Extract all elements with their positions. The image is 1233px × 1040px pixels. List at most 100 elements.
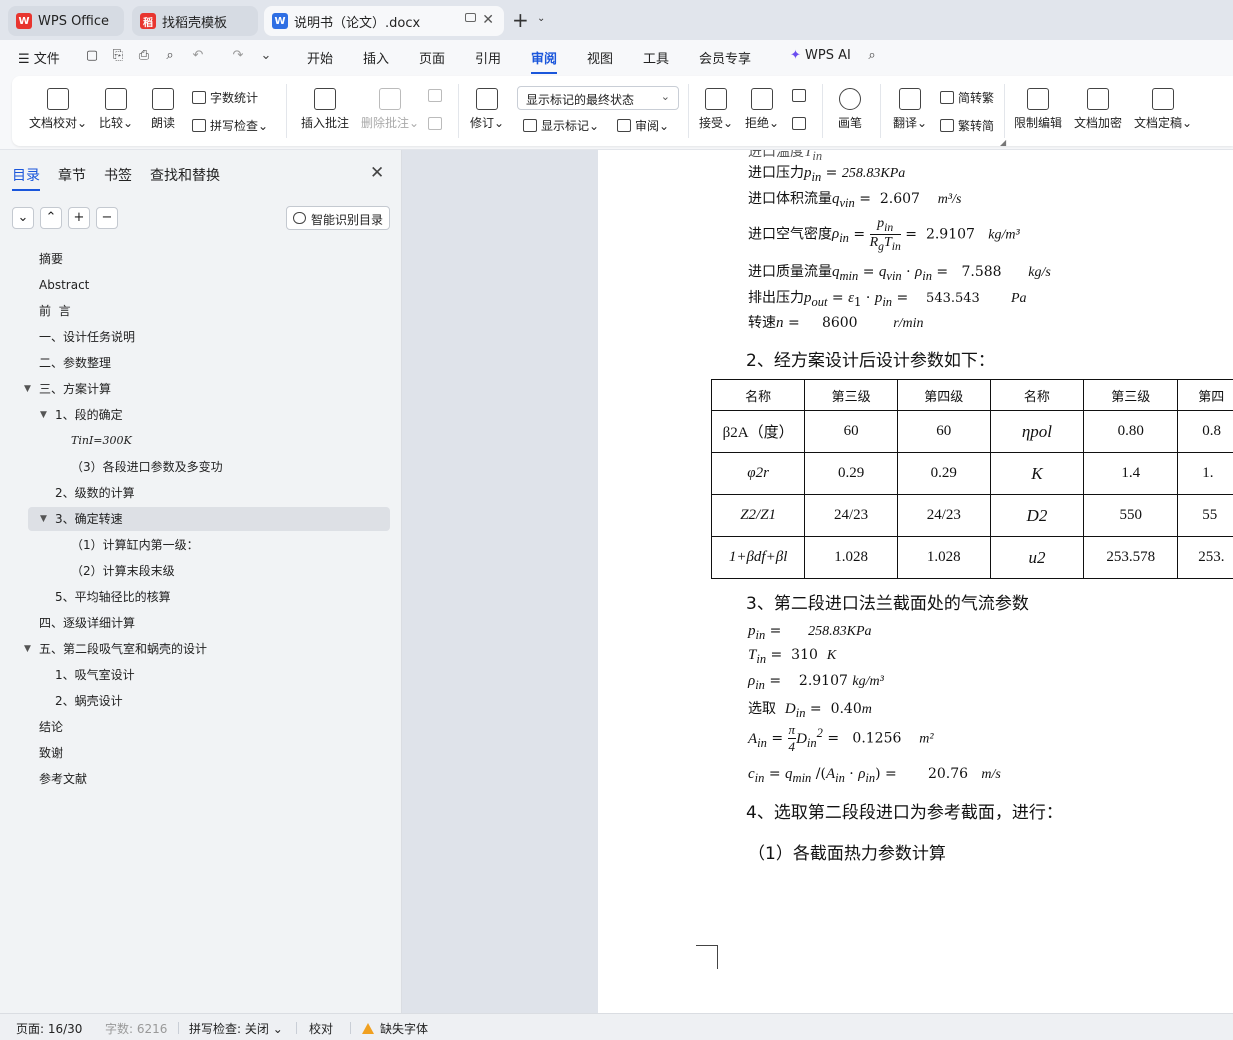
next-comment-icon[interactable] — [428, 117, 446, 130]
next-change-icon[interactable] — [792, 117, 810, 130]
prev-comment-icon[interactable] — [428, 89, 446, 102]
chevron-down-icon: ⌄ — [768, 116, 780, 130]
show-markup-button[interactable]: 显示标记 ⌄ — [523, 117, 599, 134]
doc-unit: r/min — [893, 316, 924, 331]
insert-comment-button[interactable]: 插入批注 — [298, 88, 352, 131]
compare-button[interactable]: 比较⌄ — [96, 88, 136, 131]
dialog-launcher-icon[interactable]: ◢ — [1000, 138, 1006, 147]
collapse-up-button[interactable]: ⌃ — [40, 207, 62, 229]
undo-icon[interactable]: ↶ — [190, 48, 206, 64]
close-pane-icon[interactable]: ✕ — [370, 163, 384, 183]
menu-tools[interactable]: 工具 — [643, 48, 669, 67]
doc-label: 排出压力 — [748, 290, 804, 306]
nav-tab-chapters[interactable]: 章节 — [58, 165, 86, 185]
save-icon[interactable]: ▢ — [84, 48, 100, 64]
export-icon[interactable]: ⎘ — [110, 48, 126, 64]
toc-item[interactable]: 2、蜗壳设计 — [0, 689, 402, 713]
toc-item[interactable]: 1、吸气室设计 — [0, 663, 402, 687]
page-indicator[interactable]: 页面: 16/30 — [16, 1020, 82, 1037]
print-icon[interactable]: ⎙ — [136, 48, 152, 64]
table-cell: 253.578 — [1083, 536, 1179, 579]
search-icon[interactable]: ⌕ — [864, 48, 880, 64]
collapse-triangle-icon[interactable]: ▼ — [24, 377, 31, 401]
reject-label: 拒绝 — [744, 116, 769, 130]
toc-item[interactable]: ▼ 五、第二段吸气室和蜗壳的设计 — [0, 637, 402, 661]
reject-button[interactable]: 拒绝⌄ — [744, 88, 780, 131]
window-mode-icon[interactable] — [465, 13, 476, 22]
restrict-edit-button[interactable]: 限制编辑 — [1012, 88, 1064, 131]
chevron-down-icon: ⌄ — [272, 1022, 283, 1036]
menu-review[interactable]: 审阅 — [531, 48, 558, 74]
print-preview-icon[interactable]: ⌕ — [162, 48, 178, 64]
menu-member[interactable]: 会员专享 — [699, 48, 751, 67]
toc-item[interactable]: ▼ 三、方案计算 — [0, 377, 402, 401]
toc-item[interactable]: 二、参数整理 — [0, 351, 402, 375]
menu-file[interactable]: ☰ 文件 — [18, 48, 60, 67]
word-count-status[interactable]: 字数: 6216 — [105, 1020, 167, 1037]
spell-check-button[interactable]: 拼写检查 ⌄ — [192, 117, 268, 134]
menu-view[interactable]: 视图 — [587, 48, 613, 67]
tab-wps-office[interactable]: W WPS Office — [8, 6, 124, 36]
toc-item[interactable]: 四、逐级详细计算 — [0, 611, 402, 635]
proofread-status[interactable]: 校对 — [309, 1020, 333, 1037]
finalize-button[interactable]: 文档定稿⌄ — [1132, 88, 1194, 131]
tab-document[interactable]: W 说明书（论文）.docx ✕ — [264, 6, 504, 36]
close-tab-icon[interactable]: ✕ — [482, 12, 494, 28]
collapse-triangle-icon[interactable]: ▼ — [40, 507, 47, 531]
track-changes-button[interactable]: 修订⌄ — [468, 88, 506, 131]
encrypt-button[interactable]: 文档加密 — [1072, 88, 1124, 131]
add-heading-button[interactable]: + — [68, 207, 90, 229]
menu-page[interactable]: 页面 — [419, 48, 445, 67]
toc-item[interactable]: 结论 — [0, 715, 402, 739]
spell-check-label: 拼写检查 — [210, 119, 259, 133]
toc-item[interactable]: 致谢 — [0, 741, 402, 765]
read-aloud-button[interactable]: 朗读 — [146, 88, 180, 131]
collapse-triangle-icon[interactable]: ▼ — [24, 637, 31, 661]
toc-item[interactable]: TinI=300K — [0, 429, 402, 453]
menu-reference[interactable]: 引用 — [475, 48, 501, 67]
toc-item[interactable]: 5、平均轴径比的核算 — [0, 585, 402, 609]
new-tab-icon[interactable]: + — [512, 8, 529, 32]
prev-change-icon[interactable] — [792, 89, 810, 102]
toc-item[interactable]: ▼ 1、段的确定 — [0, 403, 402, 427]
smart-toc-button[interactable]: 智能识别目录 — [286, 206, 390, 230]
nav-tab-find-replace[interactable]: 查找和替换 — [150, 165, 220, 185]
toc-item[interactable]: 前 言 — [0, 299, 402, 323]
toc-item[interactable]: 2、级数的计算 — [0, 481, 402, 505]
toc-item[interactable]: （3）各段进口参数及多变功 — [0, 455, 402, 479]
toc-item[interactable]: （2）计算末段末级 — [0, 559, 402, 583]
nav-tab-bookmarks[interactable]: 书签 — [104, 165, 132, 185]
doc-check-button[interactable]: 文档校对⌄ — [28, 88, 88, 131]
expand-down-button[interactable]: ⌄ — [12, 207, 34, 229]
toc-item[interactable]: 参考文献 — [0, 767, 402, 791]
menu-insert[interactable]: 插入 — [363, 48, 389, 67]
pen-button[interactable]: 画笔 — [832, 88, 868, 131]
redo-icon[interactable]: ↷ — [230, 48, 246, 64]
spell-check-status[interactable]: 拼写检查: 关闭 ⌄ — [189, 1020, 283, 1037]
toc-item[interactable]: 摘要 — [0, 247, 402, 271]
word-count-button[interactable]: 字数统计 — [192, 89, 258, 106]
toc-item-selected[interactable]: ▼ 3、确定转速 — [28, 507, 390, 531]
accept-button[interactable]: 接受⌄ — [698, 88, 734, 131]
menu-wps-ai[interactable]: ✦ WPS AI — [790, 48, 851, 63]
remove-heading-button[interactable]: − — [96, 207, 118, 229]
to-traditional-button[interactable]: 简转繁 — [940, 89, 994, 106]
missing-font-status[interactable]: 缺失字体 — [362, 1020, 428, 1037]
toc-item[interactable]: Abstract — [0, 273, 402, 297]
translate-label: 翻译 — [892, 116, 917, 130]
to-simplified-button[interactable]: 繁转简 — [940, 117, 994, 134]
toc-item[interactable]: （1）计算缸内第一级： — [0, 533, 402, 557]
toc-item[interactable]: 一、设计任务说明 — [0, 325, 402, 349]
doc-line-mass-flow: 进口质量流量qmin = qvin · ρin = 7.588 kg/s — [748, 264, 1051, 283]
more-chevron-icon[interactable]: ⌄ — [258, 48, 274, 64]
tab-template[interactable]: 稻 找稻壳模板 — [132, 6, 258, 36]
delete-comment-button[interactable]: 删除批注⌄ — [360, 88, 420, 131]
nav-tab-toc[interactable]: 目录 — [12, 165, 40, 191]
chevron-down-icon[interactable]: ⌄ — [537, 13, 545, 24]
translate-button[interactable]: 翻译⌄ — [890, 88, 930, 131]
review-pane-button[interactable]: 审阅 ⌄ — [617, 117, 669, 134]
document-page[interactable]: 进口温度Tin 进口压力pin = 258.83KPa 进口体积流量qvin =… — [598, 150, 1233, 1013]
menu-start[interactable]: 开始 — [307, 48, 333, 67]
markup-mode-select[interactable]: 显示标记的最终状态 ⌄ — [517, 86, 679, 110]
collapse-triangle-icon[interactable]: ▼ — [40, 403, 47, 427]
